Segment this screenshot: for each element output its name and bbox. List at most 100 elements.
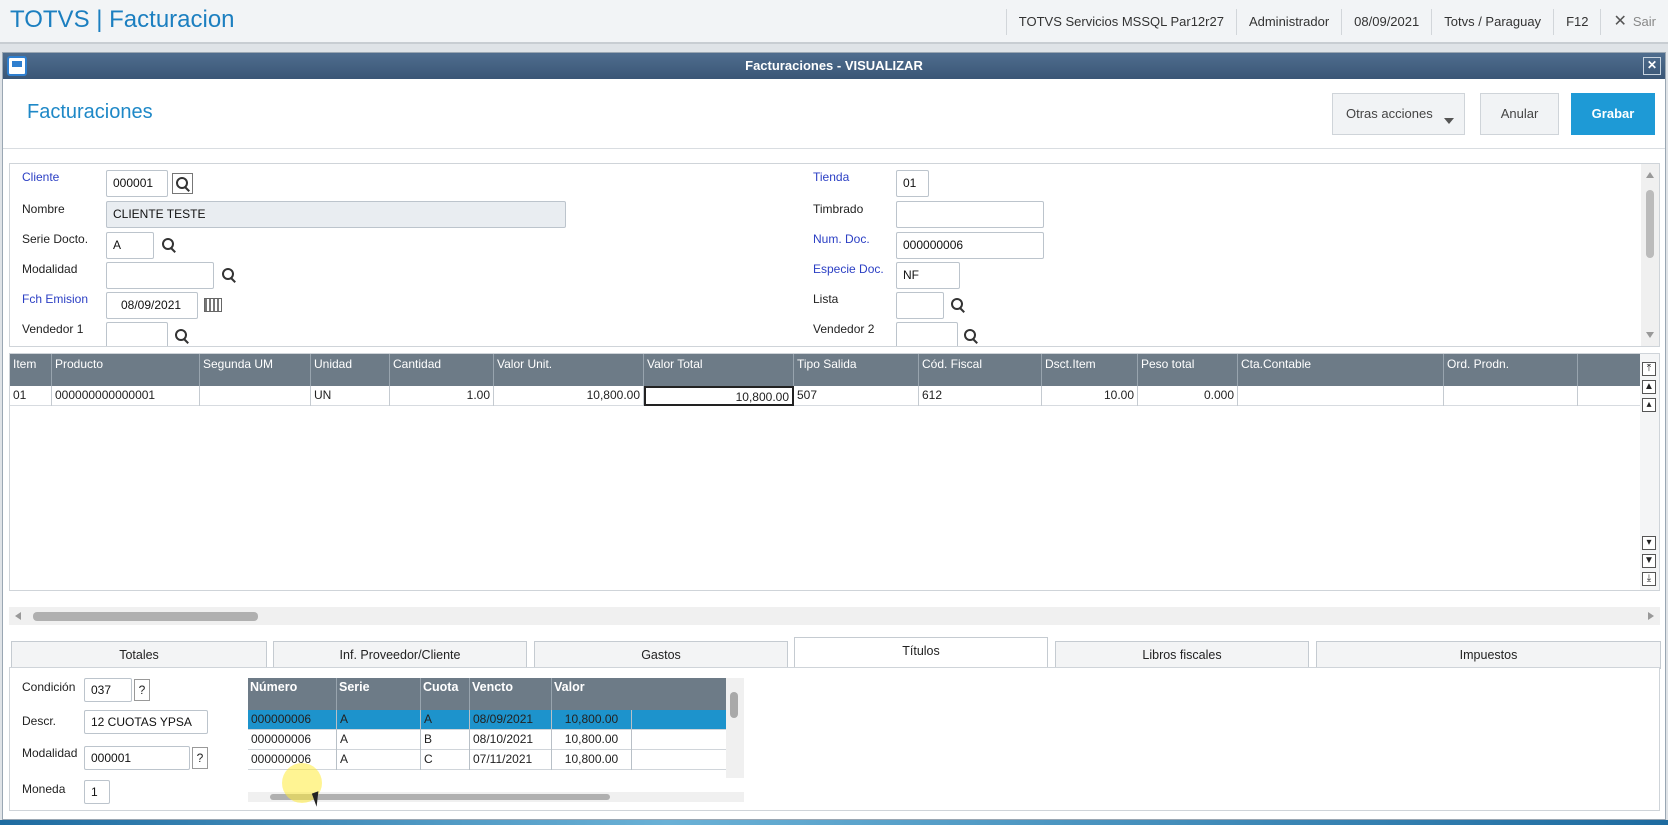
moneda-field[interactable]: 1 — [84, 780, 110, 804]
tab-totales[interactable]: Totales — [11, 641, 267, 669]
cliente-field[interactable]: 000001 — [106, 170, 168, 197]
cliente-search-icon[interactable] — [172, 173, 193, 194]
col-header[interactable]: Vencto — [470, 678, 552, 710]
tab-inf-proveedor-cliente[interactable]: Inf. Proveedor/Cliente — [273, 641, 527, 669]
serie-field[interactable]: A — [106, 232, 154, 259]
col-header[interactable]: Cta.Contable — [1238, 354, 1444, 386]
cell[interactable] — [1238, 386, 1444, 406]
modalidad-help-button[interactable]: ? — [192, 747, 208, 769]
page-down-icon[interactable]: ▼ — [1642, 554, 1656, 568]
table-row[interactable]: 01 000000000000001 UN 1.00 10,800.00 10,… — [10, 386, 1642, 406]
company-label[interactable]: Totvs / Paraguay — [1431, 9, 1553, 35]
exit-button[interactable]: ✕ Sair — [1600, 9, 1668, 35]
col-header[interactable]: Valor — [552, 678, 726, 710]
cell[interactable]: 08/10/2021 — [470, 730, 552, 750]
grabar-button[interactable]: Grabar — [1571, 93, 1655, 135]
table-row[interactable]: 000000006 A B 08/10/2021 10,800.00 — [248, 730, 726, 750]
cell[interactable]: 01 — [10, 386, 52, 406]
cell[interactable]: 10,800.00 — [494, 386, 644, 406]
cell[interactable]: 10,800.00 — [552, 710, 632, 730]
anular-button[interactable]: Anular — [1480, 93, 1559, 135]
page-up-icon[interactable]: ▲ — [1642, 380, 1656, 394]
cell[interactable]: 612 — [919, 386, 1042, 406]
cell[interactable] — [200, 386, 311, 406]
descr-field[interactable]: 12 CUOTAS YPSA — [84, 710, 208, 734]
col-header[interactable]: Cód. Fiscal — [919, 354, 1042, 386]
col-header[interactable]: Valor Unit. — [494, 354, 644, 386]
grid-horizontal-scrollbar[interactable] — [9, 607, 1660, 625]
modalidad-search-icon[interactable] — [221, 267, 237, 283]
scroll-thumb[interactable] — [1646, 190, 1654, 258]
col-header[interactable]: Segunda UM — [200, 354, 311, 386]
cell[interactable]: A — [337, 750, 421, 770]
col-header[interactable]: Producto — [52, 354, 200, 386]
cell[interactable]: A — [337, 710, 421, 730]
tab-libros-fiscales[interactable]: Libros fiscales — [1055, 641, 1309, 669]
col-header[interactable]: Cantidad — [390, 354, 494, 386]
vendedor2-search-icon[interactable] — [963, 328, 979, 344]
scroll-thumb[interactable] — [33, 612, 258, 621]
tab-impuestos[interactable]: Impuestos — [1316, 641, 1661, 669]
cell[interactable]: 10,800.00 — [552, 750, 632, 770]
cell[interactable]: 000000006 — [248, 710, 337, 730]
modalidad-field[interactable]: 000001 — [84, 746, 190, 770]
table-row[interactable]: 000000006 A C 07/11/2021 10,800.00 — [248, 750, 726, 770]
col-header[interactable]: Valor Total — [644, 354, 794, 386]
cell[interactable]: 10,800.00 — [552, 730, 632, 750]
cell[interactable]: C — [421, 750, 470, 770]
cell[interactable]: 08/09/2021 — [470, 710, 552, 730]
cell[interactable]: A — [421, 710, 470, 730]
last-row-icon[interactable]: ⤓ — [1642, 572, 1656, 586]
tienda-field[interactable]: 01 — [896, 170, 929, 197]
vendedor1-search-icon[interactable] — [174, 328, 190, 344]
col-header[interactable]: Número — [248, 678, 337, 710]
scroll-left-icon[interactable] — [15, 612, 21, 620]
first-row-icon[interactable]: ⤒ — [1642, 362, 1656, 376]
col-header[interactable]: Unidad — [311, 354, 390, 386]
scroll-thumb[interactable] — [730, 692, 738, 718]
scroll-right-icon[interactable] — [1648, 612, 1654, 620]
cell[interactable]: 000000000000001 — [52, 386, 200, 406]
cell[interactable]: 07/11/2021 — [470, 750, 552, 770]
condicion-field[interactable]: 037 — [84, 678, 132, 702]
titulos-vertical-scrollbar[interactable] — [726, 678, 744, 778]
modalidad-field[interactable] — [106, 262, 214, 289]
tab-gastos[interactable]: Gastos — [534, 641, 788, 669]
date-label[interactable]: 08/09/2021 — [1341, 9, 1431, 35]
fch-emision-field[interactable]: 08/09/2021 — [106, 292, 198, 319]
cell[interactable]: 000000006 — [248, 750, 337, 770]
cell[interactable] — [1444, 386, 1578, 406]
nombre-field[interactable]: CLIENTE TESTE — [106, 201, 566, 228]
cell[interactable]: 1.00 — [390, 386, 494, 406]
col-header[interactable]: Item — [10, 354, 52, 386]
form-scrollbar[interactable] — [1641, 164, 1659, 346]
tab-titulos[interactable]: Títulos — [794, 637, 1048, 671]
condicion-help-button[interactable]: ? — [134, 679, 150, 701]
cell[interactable]: A — [337, 730, 421, 750]
vendedor2-field[interactable] — [896, 322, 958, 346]
selected-cell[interactable]: 10,800.00 — [644, 386, 794, 406]
row-down-icon[interactable]: ▾ — [1642, 536, 1656, 550]
col-header[interactable]: Cuota — [421, 678, 470, 710]
lista-field[interactable] — [896, 292, 944, 319]
cell[interactable]: B — [421, 730, 470, 750]
col-header[interactable]: Peso total — [1138, 354, 1238, 386]
environment-label[interactable]: TOTVS Servicios MSSQL Par12r27 — [1005, 9, 1236, 35]
cell[interactable]: 0.000 — [1138, 386, 1238, 406]
timbrado-field[interactable] — [896, 201, 1044, 228]
especie-doc-field[interactable]: NF — [896, 262, 960, 289]
col-header[interactable]: Tipo Salida — [794, 354, 919, 386]
scroll-up-icon[interactable] — [1646, 172, 1654, 178]
titulos-horizontal-scrollbar[interactable] — [248, 792, 744, 802]
user-label[interactable]: Administrador — [1235, 9, 1341, 35]
cell[interactable]: UN — [311, 386, 390, 406]
row-up-icon[interactable]: ▴ — [1642, 398, 1656, 412]
cell[interactable]: 10.00 — [1042, 386, 1138, 406]
serie-search-icon[interactable] — [161, 237, 177, 253]
vendedor1-field[interactable] — [106, 322, 168, 346]
num-doc-field[interactable]: 000000006 — [896, 232, 1044, 259]
col-header[interactable]: Serie — [337, 678, 421, 710]
help-f12[interactable]: F12 — [1553, 9, 1600, 35]
cell[interactable]: 000000006 — [248, 730, 337, 750]
table-row[interactable]: 000000006 A A 08/09/2021 10,800.00 — [248, 710, 726, 730]
